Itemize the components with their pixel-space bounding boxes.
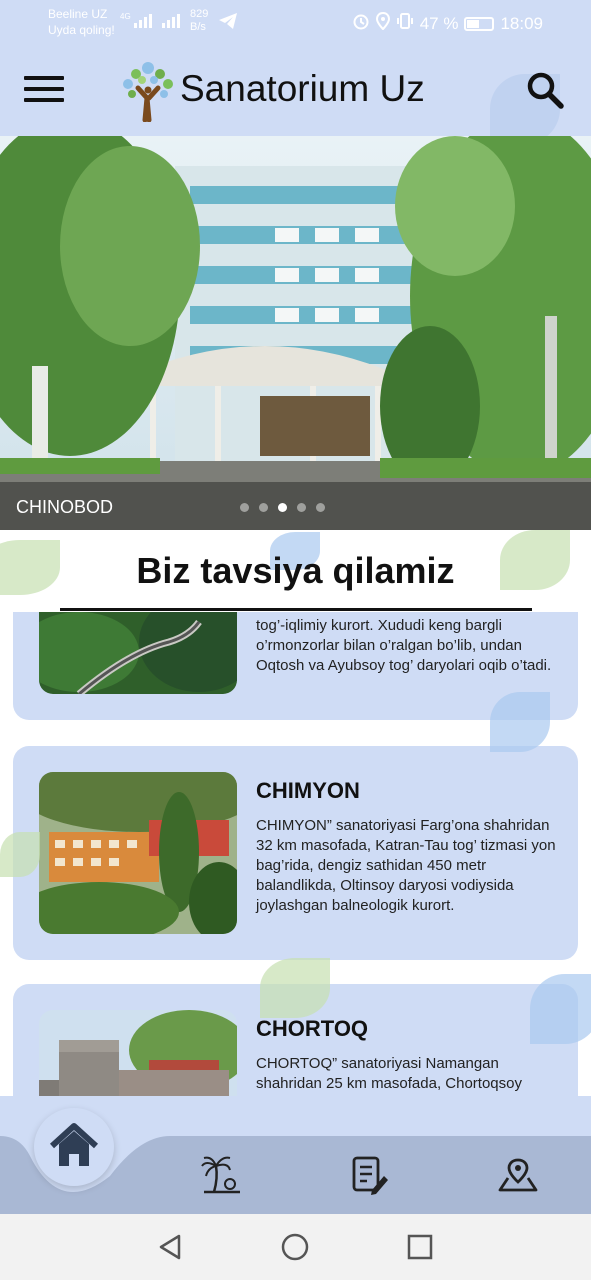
card-description: tog’-iqlimiy kurort. Xududi keng bargli …	[256, 617, 552, 674]
document-edit-icon[interactable]	[350, 1154, 390, 1201]
back-icon[interactable]	[155, 1232, 185, 1262]
home-button[interactable]	[34, 1108, 114, 1186]
home-icon	[49, 1123, 99, 1166]
hero-caption-bar: CHINOBOD	[0, 482, 591, 530]
hero-image	[0, 136, 591, 530]
battery-icon	[464, 16, 495, 31]
carrier-subtitle: Uyda qoling!	[48, 23, 115, 37]
location-icon	[375, 11, 390, 35]
card-image	[39, 772, 237, 934]
system-navigation-bar	[0, 1214, 591, 1280]
section-divider	[60, 608, 532, 611]
bottom-navigation	[0, 1096, 591, 1214]
card-description: CHIMYON” sanatoriyasi Farg’ona shahridan…	[256, 817, 556, 914]
home-circle-icon[interactable]	[280, 1232, 310, 1262]
carousel-dot[interactable]	[297, 503, 306, 512]
carrier-info: Beeline UZ Uyda qoling!	[48, 6, 115, 38]
recents-icon[interactable]	[405, 1232, 435, 1262]
card-title: CHIMYON	[256, 778, 360, 803]
battery-percent: 47 %	[419, 13, 459, 33]
hero-carousel[interactable]: CHINOBOD	[0, 136, 591, 530]
app-title: Sanatorium Uz	[180, 68, 425, 109]
carousel-dot-active[interactable]	[278, 503, 287, 512]
leaf-decoration	[0, 832, 40, 877]
telegram-icon	[218, 12, 238, 35]
status-right: 47 % 18:09	[352, 11, 543, 35]
section-title: Biz tavsiya qilamiz	[136, 550, 455, 591]
carousel-dots	[240, 503, 325, 512]
card-description: CHORTOQ” sanatoriyasi Namangan shahridan…	[256, 1055, 522, 1092]
speed-value: 829	[190, 8, 209, 20]
map-pin-icon[interactable]	[498, 1156, 538, 1199]
sanatorium-card[interactable]: CHIMYON CHIMYON” sanatoriyasi Farg’ona s…	[13, 746, 578, 960]
carousel-dot[interactable]	[259, 503, 268, 512]
menu-icon[interactable]	[24, 76, 64, 106]
leaf-decoration	[530, 974, 591, 1044]
hero-caption: CHINOBOD	[16, 497, 114, 517]
status-bar: Beeline UZ Uyda qoling! 4G 829 B/s 47 % …	[0, 0, 591, 46]
main-content: Biz tavsiya qilamiz tog’-iqlimiy kurort.…	[0, 530, 591, 1140]
tree-logo-icon	[118, 60, 178, 123]
app-bar: Sanatorium Uz	[0, 46, 591, 136]
sanatorium-list[interactable]: tog’-iqlimiy kurort. Xududi keng bargli …	[0, 612, 591, 1140]
alarm-icon	[352, 12, 370, 35]
network-speed: 829 B/s	[190, 8, 208, 34]
leaf-decoration	[490, 692, 550, 752]
palm-beach-icon[interactable]	[200, 1154, 242, 1201]
carrier-name: Beeline UZ	[48, 7, 108, 21]
sanatorium-card[interactable]: tog’-iqlimiy kurort. Xududi keng bargli …	[13, 612, 578, 720]
card-title: CHORTOQ	[256, 1016, 369, 1041]
signal-2-icon	[162, 12, 184, 31]
clock: 18:09	[500, 13, 543, 33]
card-image	[39, 612, 237, 694]
search-icon[interactable]	[525, 70, 565, 110]
carousel-dot[interactable]	[316, 503, 325, 512]
leaf-decoration	[260, 958, 330, 1018]
carousel-dot[interactable]	[240, 503, 249, 512]
vibrate-icon	[396, 12, 414, 35]
signal-icon: 4G	[120, 12, 156, 31]
speed-unit: B/s	[190, 21, 206, 33]
